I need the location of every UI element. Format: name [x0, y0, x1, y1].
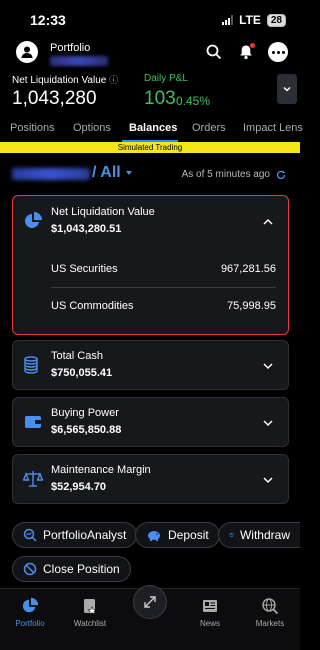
nav-news[interactable]: News: [180, 597, 240, 628]
nav-portfolio-label: Portfolio: [15, 619, 45, 628]
account-selector-label: / All: [92, 164, 121, 181]
total-cash-amount: $750,055.41: [51, 367, 113, 379]
nlv-card-title: Net Liquidation Value: [51, 206, 155, 218]
nav-watchlist[interactable]: Watchlist: [60, 597, 120, 628]
nav-markets-label: Markets: [255, 619, 285, 628]
tab-bar: Positions Options Balances Orders Impact…: [0, 116, 303, 142]
status-right: LTE 28: [222, 13, 286, 27]
portfolio-analyst-button[interactable]: PortfolioAnalyst: [12, 522, 138, 548]
daily-pl-value: 103: [144, 88, 176, 109]
tab-orders[interactable]: Orders: [192, 122, 226, 134]
deposit-label: Deposit: [168, 528, 209, 542]
info-icon[interactable]: ⓘ: [109, 75, 118, 85]
nlv-card[interactable]: Net Liquidation Value $1,043,280.51 US S…: [12, 195, 289, 335]
refresh-icon[interactable]: [276, 170, 286, 180]
nav-watchlist-label: Watchlist: [73, 619, 107, 628]
chevron-down-icon[interactable]: [262, 417, 274, 429]
search-icon[interactable]: [204, 42, 224, 62]
analyst-search-icon: [23, 528, 37, 542]
nlv-summary-label: Net Liquidation Value ⓘ: [12, 75, 119, 86]
us-commodities-value: 75,998.95: [227, 300, 276, 312]
chevron-up-icon[interactable]: [262, 216, 274, 228]
expand-arrows-icon: [144, 596, 156, 608]
us-commodities-label: US Commodities: [51, 300, 134, 312]
network-label: LTE: [239, 13, 261, 27]
daily-pl-percent: 0.45%: [176, 94, 211, 108]
pie-chart-icon: [22, 597, 39, 613]
simulated-trading-banner: Simulated Trading: [0, 142, 300, 153]
tab-impact-lens[interactable]: Impact Lens: [243, 122, 303, 134]
portfolio-label: Portfolio: [50, 42, 91, 54]
tab-positions[interactable]: Positions: [10, 122, 55, 134]
maintenance-margin-card[interactable]: Maintenance Margin $52,954.70: [12, 454, 289, 504]
account-selector[interactable]: / All: [92, 164, 133, 182]
signal-icon: [222, 15, 234, 25]
newspaper-icon: [203, 600, 217, 612]
piggy-bank-icon: [148, 531, 160, 541]
withdraw-button[interactable]: Withdraw: [218, 522, 300, 548]
us-securities-value: 967,281.56: [220, 263, 276, 275]
coins-icon: [24, 356, 38, 374]
portfolio-analyst-label: PortfolioAnalyst: [43, 528, 127, 542]
caret-down-icon: [125, 171, 132, 175]
more-options-icon[interactable]: [268, 42, 288, 62]
chevron-down-icon[interactable]: [262, 360, 274, 372]
us-securities-label: US Securities: [51, 263, 118, 275]
block-icon: [23, 562, 37, 576]
buying-power-title: Buying Power: [51, 407, 119, 419]
close-position-button[interactable]: Close Position: [12, 556, 131, 582]
nav-portfolio[interactable]: Portfolio: [0, 597, 60, 628]
as-of-timestamp: As of 5 minutes ago: [182, 169, 286, 180]
trade-button[interactable]: [133, 585, 167, 619]
notification-dot-icon: [250, 43, 255, 48]
nlv-card-amount: $1,043,280.51: [51, 223, 122, 235]
wallet-icon: [25, 416, 41, 428]
pie-chart-icon: [25, 212, 42, 228]
status-bar: 12:33 LTE 28: [0, 0, 300, 40]
summary-expand-button[interactable]: [277, 74, 297, 104]
header-actions: [204, 42, 288, 62]
watchlist-icon: [84, 599, 97, 615]
globe-search-icon: [262, 598, 279, 615]
maintenance-margin-amount: $52,954.70: [51, 481, 107, 493]
total-cash-card[interactable]: Total Cash $750,055.41: [12, 340, 289, 390]
list-item: US Securities 967,281.56: [51, 251, 276, 287]
daily-pl-label: Daily P&L: [144, 73, 188, 84]
as-of-label: As of 5 minutes ago: [181, 169, 270, 180]
withdraw-icon: [229, 532, 234, 538]
maintenance-margin-title: Maintenance Margin: [51, 464, 151, 476]
buying-power-card[interactable]: Buying Power $6,565,850.88: [12, 397, 289, 447]
avatar-icon[interactable]: [16, 41, 38, 63]
close-position-label: Close Position: [43, 562, 120, 576]
deposit-button[interactable]: Deposit: [135, 522, 220, 548]
account-id-redacted: [50, 56, 108, 66]
status-time: 12:33: [30, 12, 66, 28]
tab-balances[interactable]: Balances: [129, 122, 177, 134]
withdraw-label: Withdraw: [239, 528, 290, 542]
total-cash-title: Total Cash: [51, 350, 103, 362]
nav-news-label: News: [199, 619, 220, 628]
battery-icon: 28: [266, 13, 286, 27]
nlv-summary-value: 1,043,280: [12, 88, 97, 109]
list-item: US Commodities 75,998.95: [51, 288, 276, 324]
bell-icon[interactable]: [236, 42, 256, 62]
account-name-redacted: [12, 168, 90, 180]
chevron-down-icon: [283, 86, 291, 92]
nav-markets[interactable]: Markets: [240, 597, 300, 628]
chevron-down-icon[interactable]: [262, 474, 274, 486]
scale-icon: [23, 471, 43, 487]
tab-options[interactable]: Options: [73, 122, 111, 134]
buying-power-amount: $6,565,850.88: [51, 424, 122, 436]
